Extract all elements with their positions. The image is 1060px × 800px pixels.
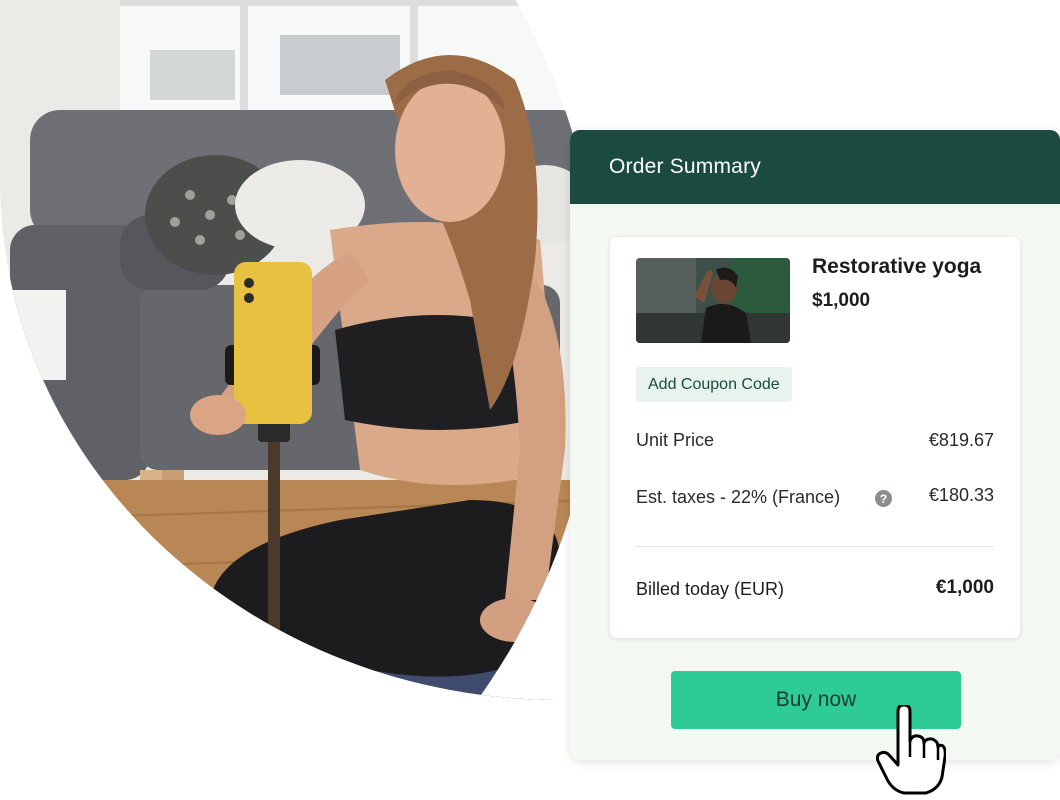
question-circle-icon[interactable]: ? xyxy=(875,490,892,507)
divider xyxy=(636,546,994,547)
unit-price-value: €819.67 xyxy=(928,430,994,450)
product-name: Restorative yoga xyxy=(812,255,982,278)
unit-price-label: Unit Price xyxy=(636,430,715,450)
taxes-label: Est. taxes - 22% (France) xyxy=(636,487,841,507)
order-summary-card: Order Summary Restorative yoga $1,000 Ad… xyxy=(570,130,1060,760)
hand-pointer-icon xyxy=(875,703,947,800)
order-details-panel: Restorative yoga $1,000 Add Coupon Code … xyxy=(610,237,1020,638)
billed-today-label: Billed today (EUR) xyxy=(636,579,785,599)
product-price: $1,000 xyxy=(812,290,871,311)
order-summary-title: Order Summary xyxy=(609,155,761,178)
yoga-thumbnail-icon xyxy=(636,258,790,343)
taxes-value: €180.33 xyxy=(928,485,994,505)
buy-now-label: Buy now xyxy=(775,688,857,711)
product-thumbnail xyxy=(636,258,790,343)
order-summary-header: Order Summary xyxy=(570,130,1060,204)
add-coupon-code-button[interactable]: Add Coupon Code xyxy=(636,367,792,402)
add-coupon-code-label: Add Coupon Code xyxy=(648,375,780,393)
billed-today-value: €1,000 xyxy=(935,577,994,598)
